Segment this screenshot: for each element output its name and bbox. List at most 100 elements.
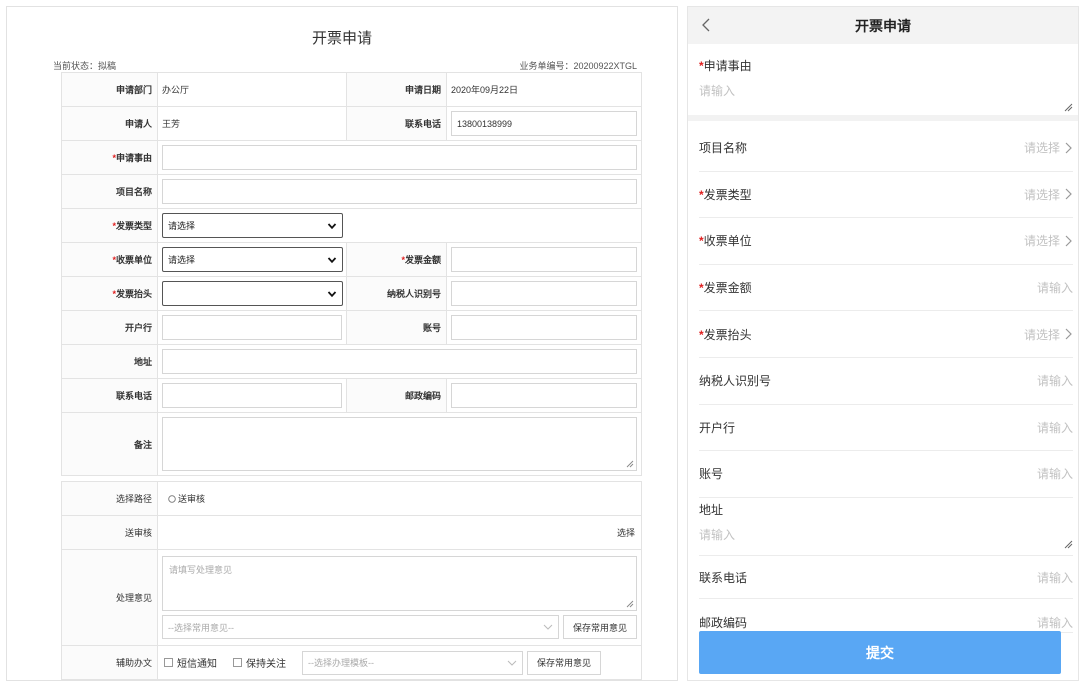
remark-textarea[interactable]: [162, 417, 637, 471]
receiver-value: 请选择: [168, 255, 196, 265]
resize-grip-icon: [1064, 540, 1073, 549]
mobile-address-placeholder: 请输入: [699, 528, 736, 542]
invoice-form-table: 申请部门 办公厅 申请日期 2020年09月22日 申请人 王芳 联系电话 13…: [61, 72, 642, 476]
mobile-phone-row[interactable]: 联系电话 请输入: [699, 555, 1073, 599]
mobile-address-field[interactable]: 地址 请输入: [699, 501, 1073, 549]
resize-grip-icon: [1064, 103, 1073, 112]
receiver-select[interactable]: 请选择: [162, 247, 343, 272]
resize-grip-icon: [626, 600, 634, 608]
tax-id-input[interactable]: [451, 281, 637, 306]
mobile-phone-label: 联系电话: [699, 570, 748, 585]
chevron-right-icon: [1065, 235, 1072, 247]
mobile-row-label: 开户行: [699, 420, 736, 435]
mobile-row-5[interactable]: 纳税人识别号 请输入: [699, 358, 1073, 405]
mobile-row-placeholder: 请选择: [1024, 139, 1073, 156]
back-icon[interactable]: [700, 16, 712, 34]
mobile-row-7[interactable]: 账号 请输入: [699, 451, 1073, 498]
route-option[interactable]: 送审核: [162, 492, 205, 505]
address-label: 地址: [61, 344, 158, 379]
account-input[interactable]: [451, 315, 637, 340]
chevron-down-icon: [327, 222, 337, 229]
chevron-right-icon: [1065, 328, 1072, 340]
checkbox-icon[interactable]: [164, 658, 173, 667]
mobile-row-2[interactable]: *收票单位 请选择: [699, 218, 1073, 265]
mobile-row-3[interactable]: *发票金额 请输入: [699, 265, 1073, 312]
mobile-row-6[interactable]: 开户行 请输入: [699, 405, 1073, 452]
mobile-row-placeholder: 请输入: [1036, 374, 1073, 389]
opinion-label: 处理意见: [61, 549, 158, 646]
mobile-row-label: *发票类型: [699, 187, 752, 202]
mobile-row-1[interactable]: *发票类型 请选择: [699, 172, 1073, 219]
bank-label: 开户行: [61, 310, 158, 345]
chevron-right-icon: [1065, 188, 1072, 200]
mobile-postcode-row[interactable]: 邮政编码 请输入: [699, 603, 1073, 633]
header-label: *发票抬头: [61, 276, 158, 311]
postcode-input[interactable]: [451, 383, 637, 408]
sms-checkbox[interactable]: 短信通知: [164, 655, 217, 670]
section-divider: [688, 115, 1078, 121]
tax-id-label: 纳税人识别号: [346, 276, 447, 311]
address-input[interactable]: [162, 349, 637, 374]
review-label: 送审核: [61, 515, 158, 550]
chevron-down-icon: [543, 624, 553, 630]
mobile-address-label: 地址: [699, 503, 724, 517]
save-common-opinion-button[interactable]: 保存常用意见: [563, 615, 638, 639]
review-select-link[interactable]: 选择: [617, 528, 635, 538]
radio-icon[interactable]: [168, 494, 176, 503]
dept-label: 申请部门: [61, 72, 158, 107]
desktop-form-panel: 开票申请 当前状态：拟稿 业务单编号：20200922XTGL 申请部门 办公厅…: [6, 6, 678, 681]
date-value: 2020年09月22日: [446, 72, 642, 107]
contact-phone-input[interactable]: [162, 383, 342, 408]
reason-input[interactable]: [162, 145, 637, 170]
mobile-row-label: *收票单位: [699, 234, 752, 249]
mobile-row-placeholder: 请选择: [1024, 232, 1073, 249]
mobile-title: 开票申请: [855, 17, 911, 34]
template-select[interactable]: --选择办理模板--: [302, 650, 523, 675]
current-status: 当前状态：拟稿: [53, 61, 117, 71]
chevron-down-icon: [327, 256, 337, 263]
invoice-type-select[interactable]: 请选择: [162, 213, 343, 238]
mobile-reason-label: *申请事由: [699, 59, 752, 73]
invoice-type-value: 请选择: [168, 221, 196, 231]
submit-button[interactable]: 提交: [699, 631, 1061, 674]
chevron-down-icon: [507, 660, 517, 666]
receiver-label: *收票单位: [61, 242, 158, 277]
bank-input[interactable]: [162, 315, 342, 340]
mobile-row-label: 纳税人识别号: [699, 374, 772, 389]
mobile-reason-field[interactable]: *申请事由 请输入: [699, 57, 1073, 112]
amount-label: *发票金额: [346, 242, 447, 277]
common-opinion-select[interactable]: --选择常用意见--: [162, 615, 560, 639]
business-number: 业务单编号：20200922XTGL: [519, 61, 637, 71]
mobile-row-placeholder: 请输入: [1036, 281, 1073, 296]
opinion-textarea[interactable]: 请填写处理意见: [162, 556, 638, 611]
mobile-row-label: *发票抬头: [699, 327, 752, 342]
mobile-row-label: 项目名称: [699, 141, 748, 156]
account-label: 账号: [346, 310, 447, 345]
invoice-type-label: *发票类型: [61, 208, 158, 243]
postcode-label: 邮政编码: [346, 378, 447, 413]
mobile-header: 开票申请: [688, 7, 1078, 44]
header-select[interactable]: [162, 281, 343, 306]
follow-checkbox[interactable]: 保持关注: [233, 655, 286, 670]
checkbox-icon[interactable]: [233, 658, 242, 667]
amount-input[interactable]: [451, 247, 637, 272]
save-common-opinion-button-2[interactable]: 保存常用意见: [527, 650, 601, 675]
mobile-row-4[interactable]: *发票抬头 请选择: [699, 311, 1073, 358]
assist-label: 辅助办文: [61, 645, 158, 680]
mobile-row-placeholder: 请输入: [1036, 420, 1073, 435]
mobile-postcode-label: 邮政编码: [699, 616, 748, 630]
project-label: 项目名称: [61, 174, 158, 209]
mobile-row-placeholder: 请输入: [1036, 467, 1073, 482]
mobile-phone-placeholder: 请输入: [1036, 570, 1073, 585]
project-input[interactable]: [162, 179, 637, 204]
phone-input[interactable]: 13800138999: [451, 111, 637, 136]
chevron-right-icon: [1065, 142, 1072, 154]
mobile-reason-placeholder: 请输入: [699, 84, 736, 98]
mobile-row-placeholder: 请选择: [1024, 326, 1073, 343]
applicant-value: 王芳: [157, 106, 347, 141]
date-label: 申请日期: [346, 72, 447, 107]
mobile-row-label: *发票金额: [699, 281, 752, 296]
mobile-row-0[interactable]: 项目名称 请选择: [699, 125, 1073, 172]
dept-value: 办公厅: [157, 72, 347, 107]
remark-label: 备注: [61, 412, 158, 476]
